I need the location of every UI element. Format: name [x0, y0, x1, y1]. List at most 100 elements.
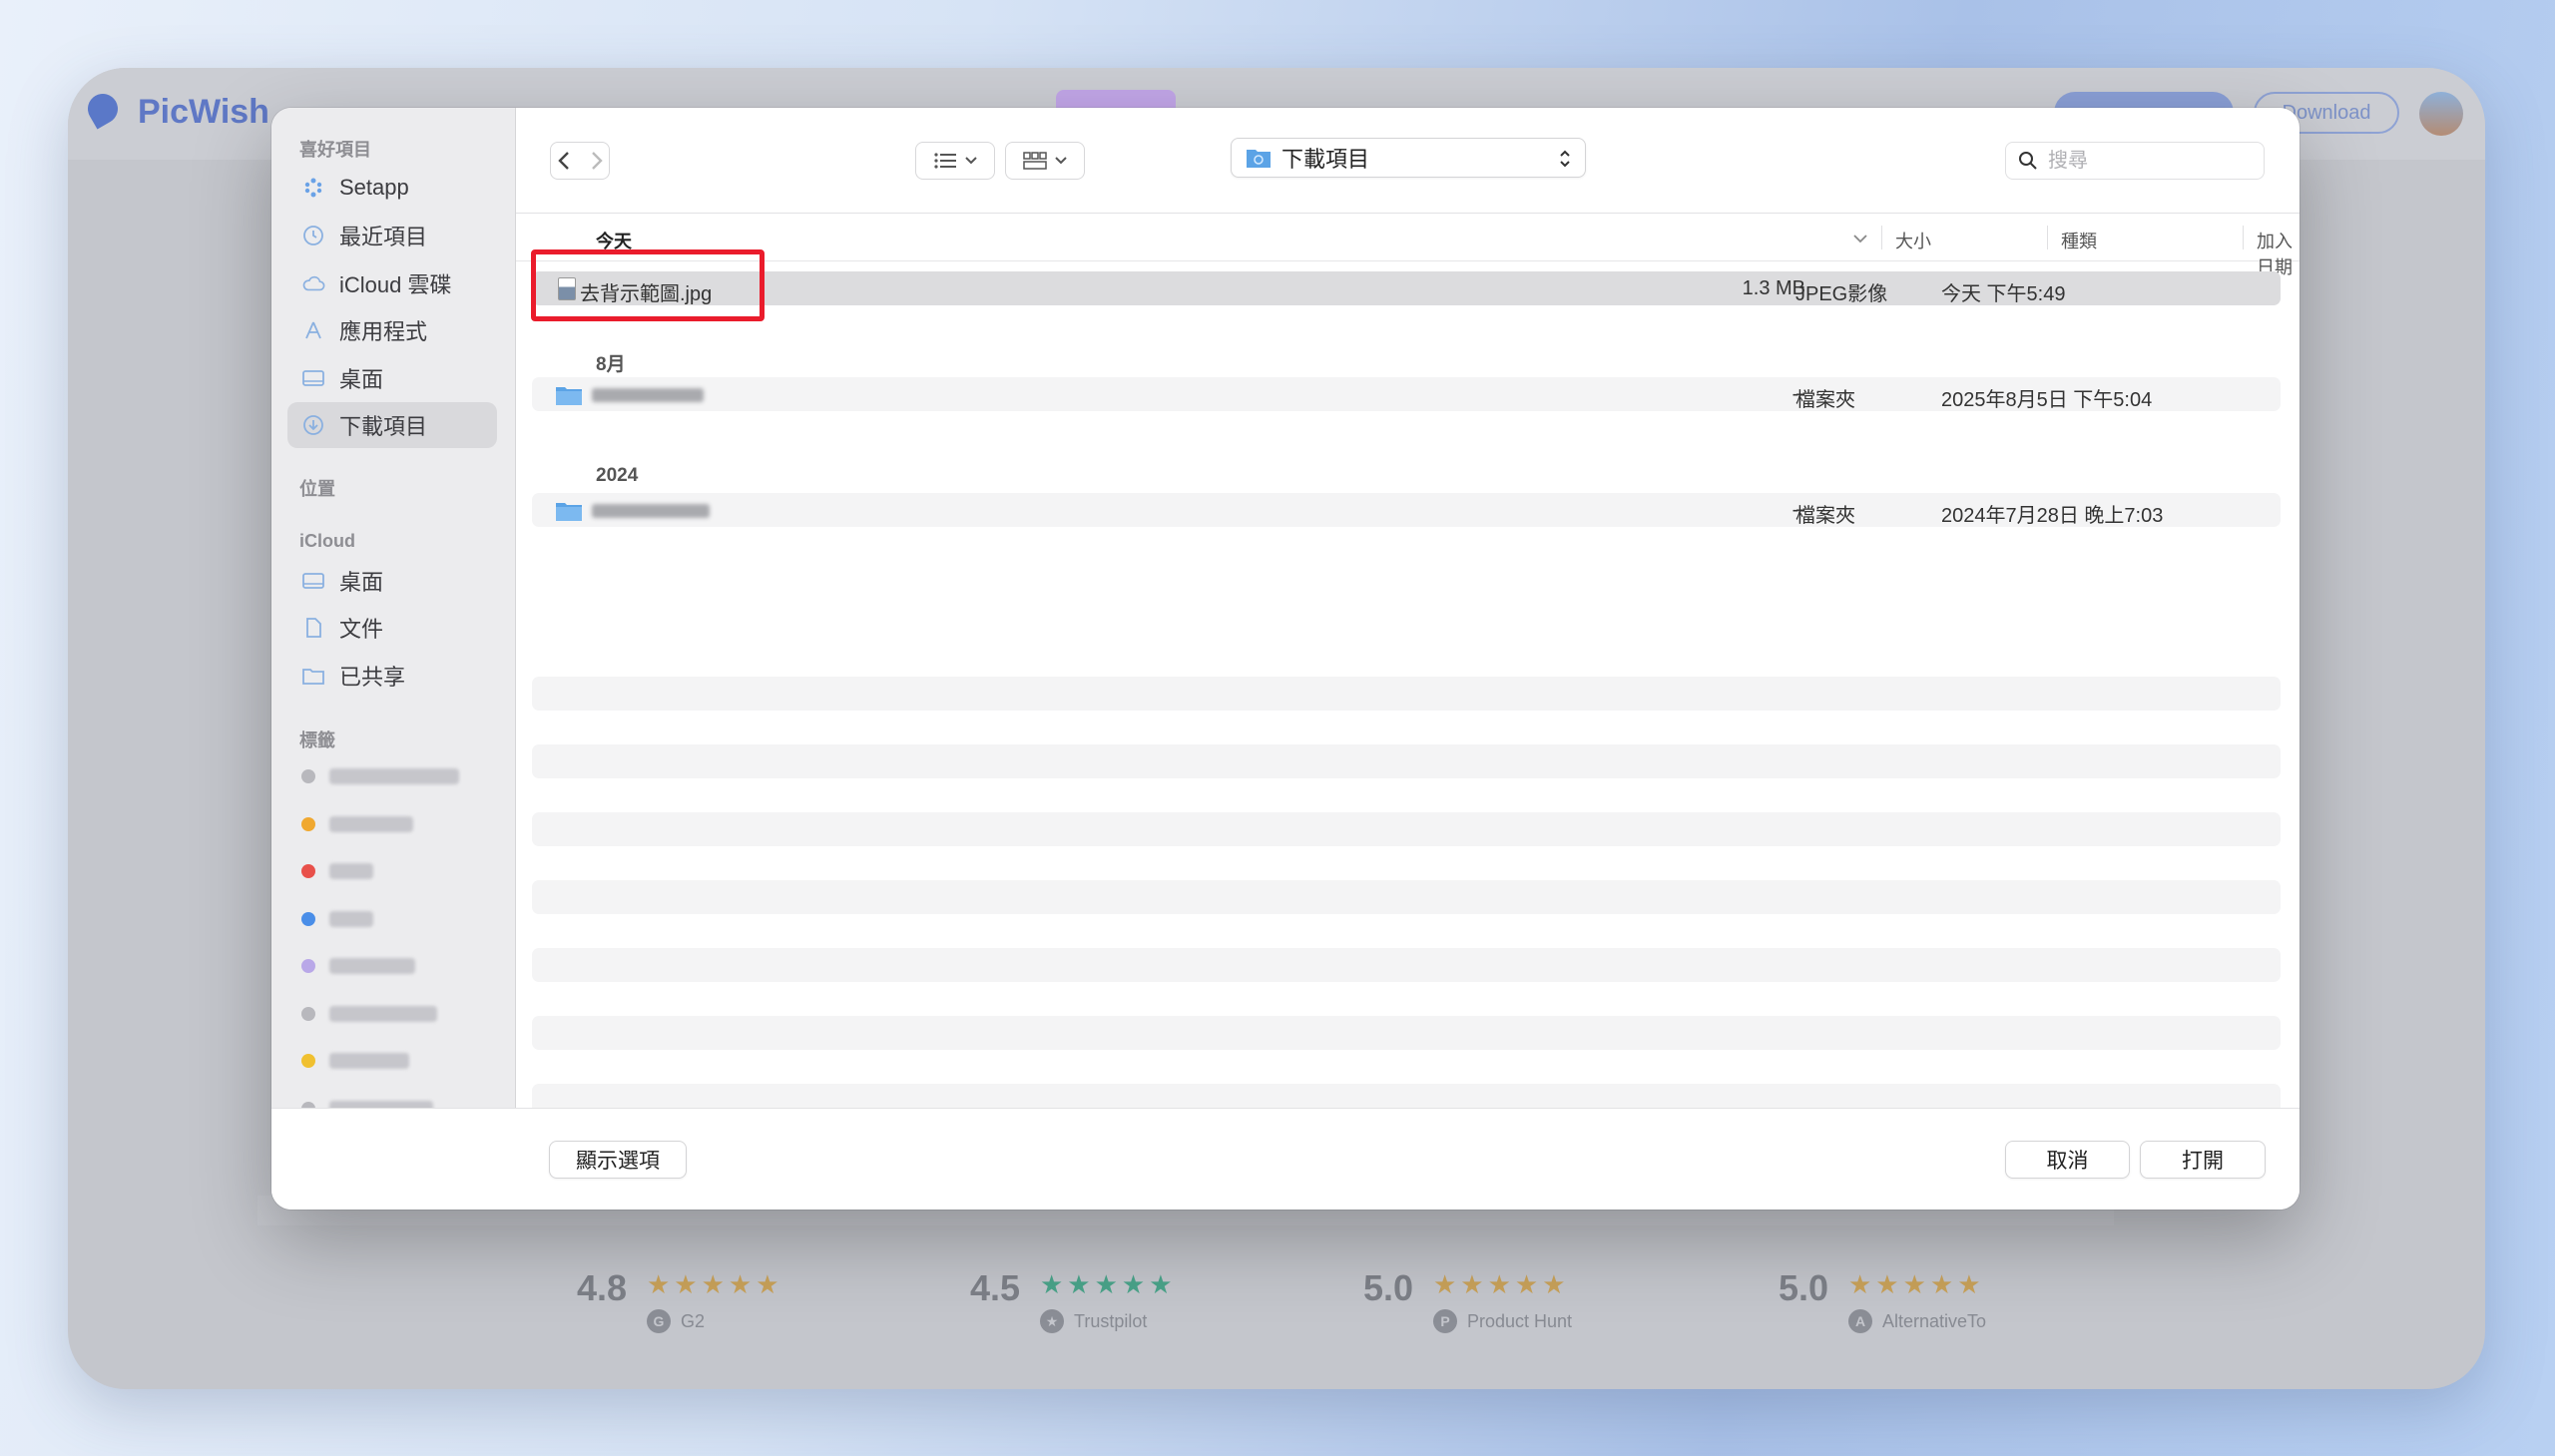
tag-label-blurred: [329, 1006, 437, 1022]
folder-icon: [556, 387, 582, 405]
column-divider[interactable]: [1881, 226, 1882, 249]
folder-name-blurred: [592, 388, 704, 402]
folder-kind: 檔案夾: [1795, 389, 1855, 411]
column-divider[interactable]: [2047, 226, 2048, 249]
folder-name-blurred: [592, 504, 710, 518]
document-icon: [301, 616, 325, 640]
empty-row: [532, 1016, 2281, 1050]
sidebar-item-label: 文件: [339, 617, 384, 642]
dialog-footer: 顯示選項 取消 打開: [271, 1108, 2300, 1210]
clock-icon: [301, 224, 325, 247]
chevron-down-icon: [1055, 157, 1067, 165]
rating-score: 5.0: [1363, 1267, 1414, 1308]
sidebar-item-label: Setapp: [339, 175, 409, 200]
sidebar-item-label: 已共享: [339, 665, 406, 690]
empty-row: [532, 812, 2281, 846]
rating-source-label: Trustpilot: [1074, 1310, 1148, 1331]
rating-stars: ★★★★★: [647, 1269, 783, 1299]
rating-score: 5.0: [1779, 1267, 1829, 1308]
folder-icon: [556, 503, 582, 521]
sidebar-item-documents[interactable]: 文件: [287, 605, 497, 651]
tag-dot-icon: [301, 959, 315, 973]
dialog-toolbar: 下載項目: [516, 108, 2300, 214]
column-divider[interactable]: [2243, 226, 2244, 249]
show-options-button[interactable]: 顯示選項: [549, 1141, 687, 1179]
sidebar-tag[interactable]: [287, 943, 497, 989]
folder-row[interactable]: -- 檔案夾 2025年8月5日 下午5:04: [532, 377, 2281, 411]
picwish-logo-icon: [84, 90, 124, 134]
dialog-main-pane: 下載項目 今天 大小 種類 加入日期 去背示範圖.jpg 1.3 MB JPEG…: [516, 108, 2300, 1210]
ratings-row: 4.8 ★★★★★ G G2 4.5 ★★★★★ ★ Trustpilot 5.0 …: [577, 1265, 2174, 1345]
sidebar-tag[interactable]: [287, 753, 497, 799]
column-kind-header[interactable]: 種類: [2061, 228, 2097, 253]
search-field[interactable]: [2005, 142, 2265, 180]
cancel-button[interactable]: 取消: [2005, 1141, 2130, 1179]
cloud-icon: [301, 271, 325, 295]
search-icon: [2019, 152, 2037, 170]
rating-source: P Product Hunt: [1433, 1309, 1572, 1333]
producthunt-icon: P: [1433, 1309, 1457, 1333]
sidebar-tag[interactable]: [287, 848, 497, 894]
alternativeto-icon: A: [1848, 1309, 1872, 1333]
sidebar-item-applications[interactable]: 應用程式: [287, 307, 497, 353]
sidebar-item-label: 桌面: [339, 367, 384, 392]
setapp-icon: [301, 176, 325, 200]
file-kind: JPEG影像: [1795, 283, 1888, 305]
tag-dot-icon: [301, 1054, 315, 1068]
sidebar-item-label: 最近項目: [339, 225, 428, 249]
group-view-button[interactable]: [1005, 142, 1085, 180]
sidebar-item-label: 桌面: [339, 570, 384, 595]
picwish-logo[interactable]: PicWish: [84, 90, 269, 134]
back-button[interactable]: [551, 151, 576, 171]
sidebar-tag[interactable]: [287, 991, 497, 1037]
sidebar-item-downloads[interactable]: 下載項目: [287, 402, 497, 448]
tags-header: 標籤: [299, 730, 335, 750]
rating-source-label: Product Hunt: [1467, 1310, 1573, 1331]
sidebar-tag[interactable]: [287, 1038, 497, 1084]
sidebar-tag[interactable]: [287, 896, 497, 942]
folder-date: 2024年7月28日 晚上7:03: [1941, 505, 2164, 527]
dialog-sidebar: 喜好項目 Setapp 最近項目 iCloud 雲碟 應用程式 桌面 下載項目 …: [271, 108, 516, 1210]
tag-label-blurred: [329, 911, 373, 927]
empty-row: [532, 744, 2281, 778]
highlight-annotation: [531, 249, 765, 321]
location-label: 下載項目: [1281, 147, 1370, 172]
empty-row: [532, 677, 2281, 711]
location-popup[interactable]: 下載項目: [1231, 138, 1586, 178]
shared-folder-icon: [301, 664, 325, 688]
sidebar-item-recents[interactable]: 最近項目: [287, 213, 497, 258]
sidebar-item-icloud-desktop[interactable]: 桌面: [287, 558, 497, 604]
search-input[interactable]: [2048, 149, 2238, 173]
sidebar-item-shared[interactable]: 已共享: [287, 653, 497, 699]
tag-label-blurred: [329, 768, 459, 784]
rating-stars: ★★★★★: [1433, 1269, 1570, 1299]
download-icon: [301, 413, 325, 437]
locations-header: 位置: [299, 479, 335, 499]
empty-row: [532, 948, 2281, 982]
file-row[interactable]: 去背示範圖.jpg 1.3 MB JPEG影像 今天 下午5:49: [532, 271, 2281, 305]
sidebar-tag[interactable]: [287, 801, 497, 847]
rating-source-label: AlternativeTo: [1882, 1310, 1987, 1331]
open-button[interactable]: 打開: [2140, 1141, 2266, 1179]
rating-source-label: G2: [681, 1310, 706, 1331]
folder-row[interactable]: -- 檔案夾 2024年7月28日 晚上7:03: [532, 493, 2281, 527]
tag-dot-icon: [301, 769, 315, 783]
forward-button[interactable]: [584, 151, 609, 171]
sidebar-item-icloud-drive[interactable]: iCloud 雲碟: [287, 260, 497, 306]
sidebar-item-desktop[interactable]: 桌面: [287, 355, 497, 401]
sidebar-item-label: iCloud 雲碟: [339, 272, 452, 297]
group-header-august: 8月: [596, 354, 626, 375]
sidebar-item-setapp[interactable]: Setapp: [287, 165, 497, 211]
tag-dot-icon: [301, 1007, 315, 1021]
chevron-updown-icon: [1560, 150, 1570, 168]
column-size-header[interactable]: 大小: [1895, 228, 1931, 253]
tag-dot-icon: [301, 864, 315, 878]
tag-label-blurred: [329, 816, 413, 832]
column-header-row: 今天 大小 種類 加入日期: [516, 214, 2300, 277]
grid-view-icon: [1023, 152, 1047, 170]
sidebar-item-label: 下載項目: [339, 414, 428, 439]
tag-label-blurred: [329, 958, 415, 974]
list-view-icon: [934, 153, 956, 169]
list-view-button[interactable]: [915, 142, 995, 180]
avatar[interactable]: [2419, 92, 2463, 136]
